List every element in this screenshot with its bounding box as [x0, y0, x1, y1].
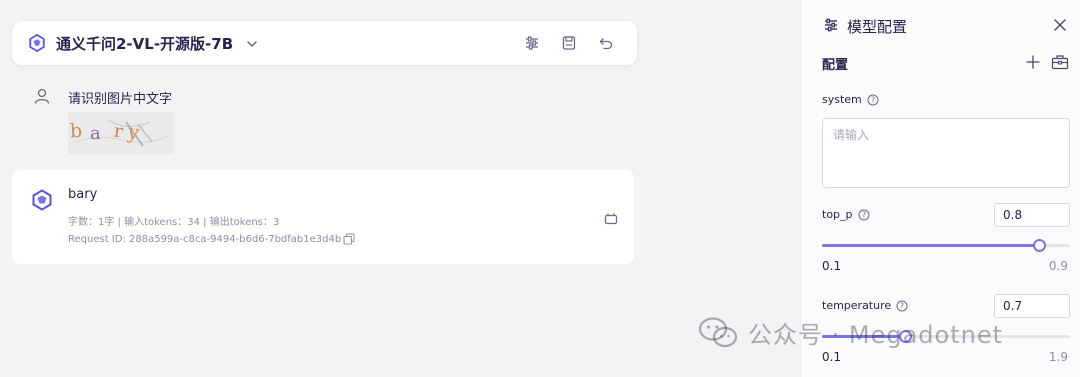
- chevron-down-icon[interactable]: [245, 37, 259, 51]
- top-p-slider[interactable]: [822, 239, 1070, 252]
- top-p-label: top_p ?: [822, 208, 870, 221]
- temperature-min: 0.1: [822, 350, 842, 364]
- assistant-avatar-icon: [32, 189, 52, 211]
- top-p-slider-handle[interactable]: [1033, 239, 1046, 252]
- help-icon[interactable]: ?: [896, 300, 908, 312]
- temperature-max: 1.9: [1048, 350, 1068, 364]
- svg-text:b: b: [69, 120, 83, 143]
- sliders-icon: [825, 18, 837, 32]
- system-prompt-input[interactable]: [822, 118, 1070, 188]
- temperature-input[interactable]: [994, 294, 1070, 318]
- wechat-watermark: 公众号 · Megadotnet: [698, 315, 1003, 350]
- panel-title: 模型配置: [847, 18, 908, 36]
- svg-text:?: ?: [900, 301, 904, 310]
- model-selector-bar: 通义千问2-VL-开源版-7B: [12, 21, 637, 65]
- top-p-input[interactable]: [994, 203, 1070, 227]
- top-p-label-text: top_p: [822, 208, 853, 221]
- sliders-icon[interactable]: [523, 34, 541, 52]
- undo-icon[interactable]: [597, 34, 615, 52]
- temperature-label-text: temperature: [822, 299, 892, 312]
- assistant-reply-card: bary 字数：1字 | 输入tokens：34 | 输出tokens：3 Re…: [12, 170, 634, 264]
- reply-request-id: Request ID: 288a599a-c8ca-9494-b6d6-7bdf…: [68, 234, 342, 245]
- copy-icon[interactable]: [343, 233, 355, 245]
- svg-text:a: a: [90, 123, 101, 144]
- system-label: system ?: [822, 93, 879, 106]
- tongyi-logo-icon: [29, 34, 45, 52]
- save-icon[interactable]: [560, 34, 578, 52]
- user-avatar-icon: [34, 88, 50, 104]
- config-section-label: 配置: [822, 58, 849, 73]
- assistant-reply-text: bary: [68, 187, 98, 202]
- top-p-min: 0.1: [822, 259, 842, 273]
- top-p-max: 0.9: [1048, 259, 1068, 273]
- preset-box-icon[interactable]: [1051, 54, 1069, 70]
- top-p-slider-fill: [822, 244, 1039, 247]
- add-icon[interactable]: [1025, 54, 1041, 70]
- help-icon[interactable]: ?: [867, 94, 879, 106]
- svg-text:?: ?: [862, 210, 866, 219]
- system-label-text: system: [822, 93, 862, 106]
- watermark-text: 公众号 · Megadotnet: [748, 321, 1004, 349]
- retry-icon[interactable]: [604, 212, 618, 226]
- svg-text:?: ?: [871, 95, 875, 104]
- close-icon[interactable]: [1052, 17, 1068, 33]
- user-message: 请识别图片中文字: [68, 92, 173, 107]
- wechat-icon: [698, 316, 738, 347]
- captcha-image: b a r y: [68, 112, 174, 154]
- temperature-label: temperature ?: [822, 299, 908, 312]
- chat-area: 通义千问2-VL-开源版-7B 请识别图片中文字 b a r bary 字数：1…: [0, 0, 800, 377]
- model-name[interactable]: 通义千问2-VL-开源版-7B: [56, 33, 233, 54]
- reply-token-stats: 字数：1字 | 输入tokens：34 | 输出tokens：3: [68, 217, 280, 228]
- help-icon[interactable]: ?: [858, 209, 870, 221]
